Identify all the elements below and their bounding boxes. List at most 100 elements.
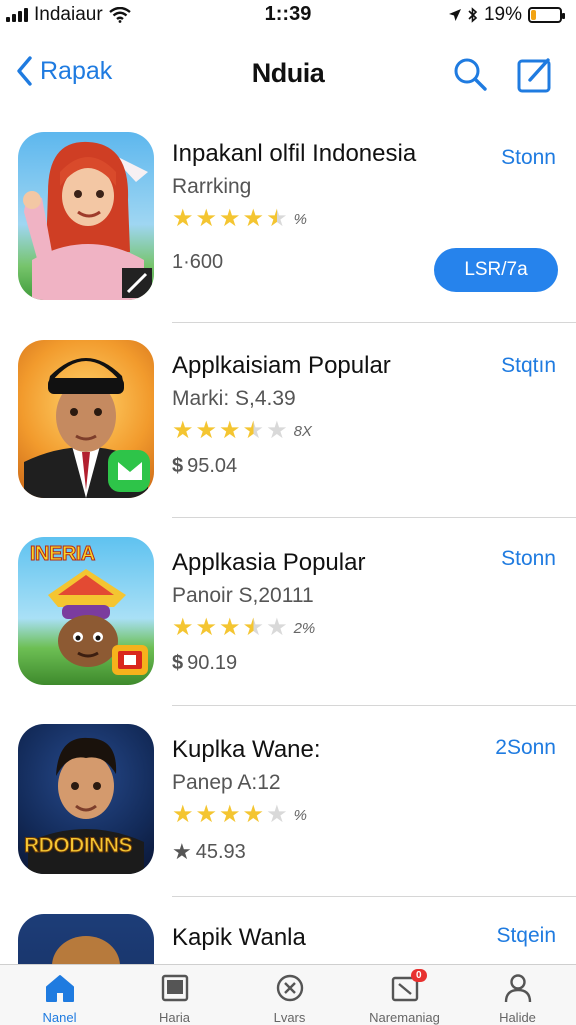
tab-explore[interactable]: Lvars xyxy=(232,973,347,1025)
star-icon: ★ xyxy=(172,839,192,864)
search-icon xyxy=(454,58,487,91)
list-item[interactable]: RDODINNS Kuplka Wane: Panep A:12 ★ ★ ★ ★ ★% … xyxy=(0,724,576,896)
status-right: 19% xyxy=(448,4,565,26)
star-icon: ★ xyxy=(242,205,265,232)
battery-fill xyxy=(531,10,536,20)
star-icon: ★ xyxy=(195,417,218,444)
app-icon xyxy=(18,132,154,300)
app-info: Applkaisiam Popular Marki: S,4.39 ★ ★ ★ ★ ★ 8… xyxy=(172,350,446,478)
app-info: Kuplka Wane: Panep A:12 ★ ★ ★ ★ ★% ★ 45.93 xyxy=(172,734,446,865)
close-circle-icon xyxy=(276,974,303,1002)
tab-label: Naremaniag xyxy=(369,1010,440,1025)
app-info: Kapik Wanla xyxy=(172,922,446,953)
app-subtitle: Rarrking xyxy=(172,175,252,198)
app-price: $90.19 xyxy=(172,652,446,675)
app-title: Applkaisiam Popular xyxy=(172,352,391,379)
tab-label: Haria xyxy=(158,1010,191,1025)
rating-text: 2% xyxy=(293,619,316,637)
tab-library[interactable]: Haria xyxy=(117,973,232,1025)
price-value: 90.19 xyxy=(187,652,238,674)
star-icon: ★ xyxy=(195,801,218,828)
app-icon xyxy=(18,914,154,964)
divider xyxy=(172,896,576,897)
app-title: Applkasia Popular xyxy=(172,549,366,576)
get-button[interactable]: LSR/7a xyxy=(434,248,558,292)
star-icon: ★ xyxy=(219,801,241,828)
price-value: 95.04 xyxy=(187,455,238,477)
divider xyxy=(172,705,576,706)
app-subtitle: Panoir S,20111 xyxy=(172,584,314,607)
star-icon: ★ xyxy=(242,801,265,828)
navigation-bar: Rapak Nduia xyxy=(0,44,576,108)
battery-percent: 19% xyxy=(483,4,522,25)
tab-label: Halide xyxy=(499,1010,536,1025)
star-icon: ★ xyxy=(195,205,218,232)
star-icon: ★ xyxy=(219,205,241,232)
bluetooth-icon xyxy=(468,7,478,23)
search-button[interactable] xyxy=(452,56,488,97)
star-icon: ★ xyxy=(195,614,218,641)
star-icon: ★ xyxy=(172,205,194,232)
battery-icon xyxy=(528,7,565,23)
tab-label: Nanel xyxy=(42,1010,77,1025)
app-action-link[interactable]: Stonn xyxy=(501,146,556,170)
app-icon: RDODINNS xyxy=(18,724,154,874)
avatar-hair-illustration xyxy=(52,936,120,964)
star-icon: ★ xyxy=(266,614,288,641)
app-action-link[interactable]: Stonn xyxy=(501,547,556,571)
star-rating: ★ ★ ★ ★ ★% xyxy=(172,803,446,827)
list-item[interactable]: Inpakanl olfil Indonesia Rarrking ★ ★ ★ ★ ★%… xyxy=(0,132,576,322)
star-icon: ★ xyxy=(266,417,288,444)
location-arrow-icon xyxy=(448,9,461,21)
list-item[interactable]: Applkaisiam Popular Marki: S,4.39 ★ ★ ★ ★ ★ 8… xyxy=(0,340,576,516)
status-bar: Indaiaur 1::39 19% xyxy=(0,0,576,30)
tab-bar: Nanel Haria Lvars 0 Naremaniag Halide xyxy=(0,964,576,1025)
notification-badge: 0 xyxy=(411,969,427,982)
hijab-avatar-illustration xyxy=(23,141,152,300)
star-icon: ★ xyxy=(242,614,265,641)
person-icon xyxy=(504,974,531,1003)
app-action-link[interactable]: Stqtın xyxy=(501,354,556,378)
tab-updates[interactable]: 0 Naremaniag xyxy=(347,969,462,1025)
app-action-link[interactable]: Stqein xyxy=(496,924,556,948)
star-icon: ★ xyxy=(172,614,194,641)
star-rating: ★ ★ ★ ★ ★ 2% xyxy=(172,616,446,640)
star-icon: ★ xyxy=(266,801,288,828)
price-value: 1·600 xyxy=(172,251,224,273)
star-icon: ★ xyxy=(242,417,265,444)
app-subtitle: Panep A:12 xyxy=(172,771,281,794)
man-avatar-illustration xyxy=(24,358,150,498)
star-icon: ★ xyxy=(172,417,194,444)
app-icon-label: INERIA xyxy=(30,543,96,566)
list-item[interactable]: Kapik Wanla Stqein xyxy=(0,914,576,964)
app-info: Applkasia Popular Panoir S,20111 ★ ★ ★ ★ ★ 2%… xyxy=(172,547,446,675)
list-item[interactable]: INERIA Applkasia Popular Panoir S,20111 … xyxy=(0,537,576,705)
book-icon xyxy=(161,974,188,1002)
tab-profile[interactable]: Halide xyxy=(460,973,575,1025)
star-rating: ★ ★ ★ ★ ★ 8X xyxy=(172,419,446,443)
compose-icon xyxy=(517,58,551,93)
app-title: Inpakanl olfil Indonesia xyxy=(172,140,417,167)
app-price: ★ 45.93 xyxy=(172,839,446,865)
app-price: 1·600 xyxy=(172,251,446,274)
app-price: $95.04 xyxy=(172,455,446,478)
dollar-icon: $ xyxy=(172,455,184,477)
divider xyxy=(172,517,576,518)
star-rating: ★ ★ ★ ★ ★% xyxy=(172,207,446,231)
star-icon: ★ xyxy=(172,801,194,828)
app-title: Kuplka Wane: xyxy=(172,736,321,763)
star-icon: ★ xyxy=(266,205,288,232)
divider xyxy=(172,322,576,323)
rating-text: 8X xyxy=(293,422,312,440)
price-value: 45.93 xyxy=(195,840,246,863)
app-action-link[interactable]: 2Sonn xyxy=(495,736,556,760)
tab-home[interactable]: Nanel xyxy=(2,973,117,1025)
compose-button[interactable] xyxy=(516,56,554,99)
home-icon xyxy=(45,975,74,1002)
star-icon: ★ xyxy=(219,417,241,444)
dollar-icon: $ xyxy=(172,652,184,674)
app-icon: INERIA xyxy=(18,537,154,685)
rating-text: % xyxy=(293,210,307,228)
app-icon xyxy=(18,340,154,498)
app-info: Inpakanl olfil Indonesia Rarrking ★ ★ ★ ★ ★%… xyxy=(172,138,446,274)
